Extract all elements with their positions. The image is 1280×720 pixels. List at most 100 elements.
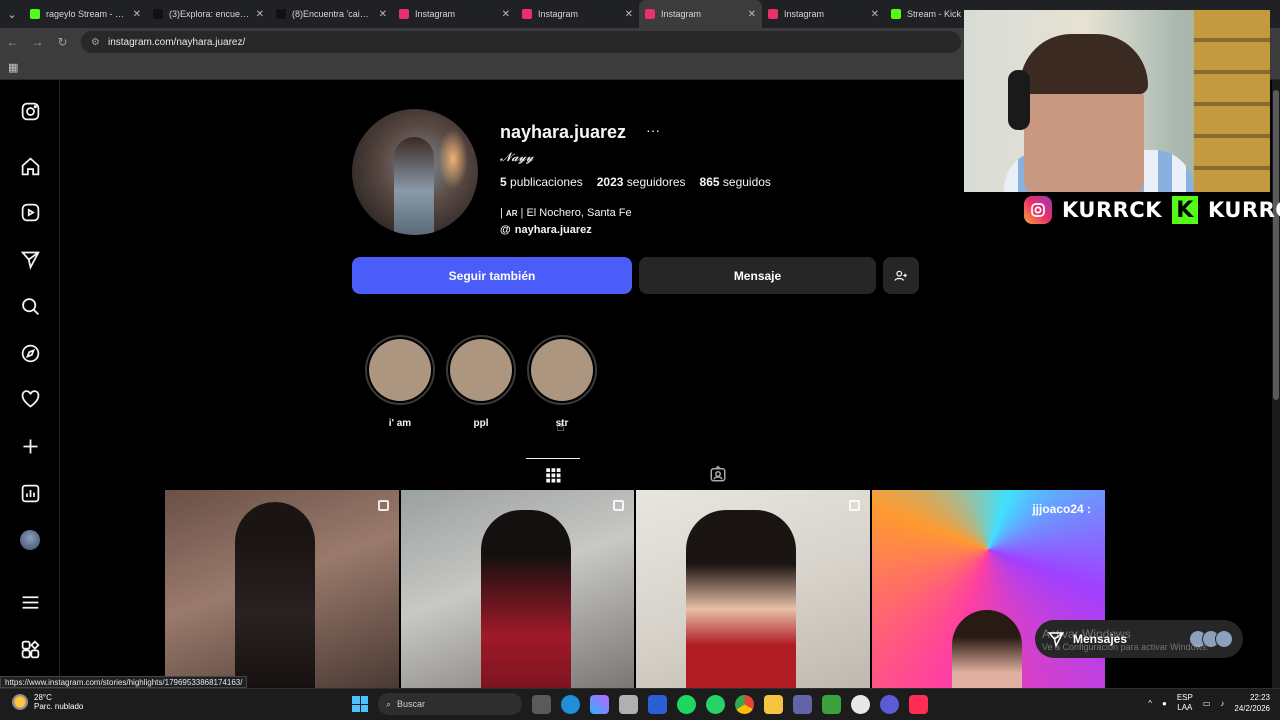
apps-grid-icon[interactable]: ▦ — [8, 61, 18, 74]
store-icon[interactable] — [619, 694, 638, 714]
direct-messages-icon[interactable] — [19, 248, 41, 270]
language-indicator[interactable]: ESP LAA — [1177, 693, 1193, 713]
tab-title: (8)Encuentra 'caidas d — [292, 9, 373, 19]
follow-back-button[interactable]: Seguir también — [352, 257, 632, 294]
home-icon[interactable] — [19, 155, 41, 177]
close-tab-icon[interactable]: ✕ — [748, 9, 756, 20]
browser-tab[interactable]: Instagram ✕ — [762, 0, 885, 28]
tab-title: rageylo Stream - Wat — [46, 9, 127, 19]
obs-icon[interactable] — [851, 694, 870, 714]
file-explorer-icon[interactable] — [764, 694, 783, 714]
kick-logo-icon: K — [1171, 196, 1198, 224]
forward-button[interactable]: → — [25, 35, 50, 49]
url-field[interactable]: ⚙ instagram.com/nayhara.juarez/ — [81, 31, 961, 53]
back-button[interactable]: ← — [0, 35, 25, 49]
url-text: instagram.com/nayhara.juarez/ — [107, 36, 246, 48]
followers-stat[interactable]: 2023 seguidores — [597, 175, 686, 189]
following-stat[interactable]: 865 seguidos — [700, 175, 771, 189]
close-tab-icon[interactable]: ✕ — [379, 9, 387, 20]
taskbar-search[interactable]: ⌕ Buscar — [378, 693, 522, 715]
windows-taskbar: 28°C Parc. nublado ⌕ Buscar ^ ● ESP LAA … — [0, 688, 1280, 720]
post-thumbnail-2[interactable] — [400, 490, 634, 688]
windows-start-icon[interactable] — [352, 696, 368, 712]
profile-bio: | AR | El Nochero, Santa Fe — [500, 207, 632, 219]
network-icon[interactable]: ▭ — [1203, 699, 1211, 708]
tab-favicon-icon — [399, 9, 409, 19]
suggested-accounts-button[interactable] — [883, 257, 919, 294]
more-menu-icon[interactable] — [19, 591, 41, 613]
app-icon[interactable] — [880, 694, 899, 714]
search-icon[interactable] — [19, 295, 41, 317]
notifications-heart-icon[interactable] — [19, 388, 41, 410]
edge-icon[interactable] — [561, 694, 580, 714]
task-view-icon[interactable] — [532, 694, 551, 714]
reload-button[interactable]: ↻ — [50, 35, 75, 49]
instagram-logo-icon — [1024, 196, 1052, 224]
highlight-ring — [527, 335, 597, 405]
profile-avatar-icon[interactable] — [19, 529, 41, 551]
browser-tab[interactable]: rageylo Stream - Wat ✕ — [24, 0, 147, 28]
explore-compass-icon[interactable] — [19, 342, 41, 364]
also-from-meta-icon[interactable] — [19, 638, 41, 660]
story-highlight[interactable]: str — [527, 335, 597, 429]
volume-icon[interactable]: ♪ — [1220, 699, 1224, 708]
profile-tabs — [165, 458, 1105, 490]
close-tab-icon[interactable]: ✕ — [133, 9, 141, 20]
whatsapp-icon[interactable] — [706, 694, 725, 714]
tagged-icon — [710, 465, 726, 482]
post-thumbnail-1[interactable] — [165, 490, 399, 688]
weather-widget[interactable]: 28°C Parc. nublado — [12, 693, 83, 711]
create-plus-icon[interactable] — [19, 435, 41, 457]
browser-tab[interactable]: Instagram ✕ — [393, 0, 516, 28]
tab-search-button[interactable]: ⌄ — [0, 0, 24, 28]
chrome-icon[interactable] — [735, 694, 754, 714]
message-button[interactable]: Mensaje — [639, 257, 876, 294]
close-tab-icon[interactable]: ✕ — [625, 9, 633, 20]
tab-favicon-icon — [891, 9, 901, 19]
profile-picture[interactable] — [352, 109, 478, 235]
browser-tab[interactable]: Instagram ✕ — [639, 0, 762, 28]
weather-icon — [12, 694, 28, 710]
reels-icon[interactable] — [19, 201, 41, 223]
tab-posts-grid[interactable] — [526, 458, 580, 490]
tiktok-icon[interactable] — [909, 694, 928, 714]
outlook-icon[interactable] — [648, 694, 667, 714]
instagram-logo-icon[interactable] — [19, 100, 41, 122]
tab-favicon-icon — [645, 9, 655, 19]
close-tab-icon[interactable]: ✕ — [256, 9, 264, 20]
threads-link[interactable]: @ nayhara.juarez — [500, 224, 592, 236]
profile-options-icon[interactable]: ··· — [646, 122, 660, 138]
country-flag-label: AR — [505, 209, 518, 218]
highlight-ring — [365, 335, 435, 405]
threads-icon: @ — [500, 224, 511, 236]
story-highlight[interactable]: i' am — [365, 335, 435, 429]
tray-overflow-chevron-icon[interactable]: ^ — [1148, 699, 1152, 708]
teams-icon[interactable] — [793, 694, 812, 714]
site-info-icon[interactable]: ⚙ — [91, 37, 100, 48]
avatar — [20, 530, 40, 550]
minecraft-icon[interactable] — [822, 694, 841, 714]
messages-pill-button[interactable]: Mensajes — [1035, 620, 1243, 658]
close-tab-icon[interactable]: ✕ — [502, 9, 510, 20]
instagram-handle: KURRCK — [1062, 198, 1162, 222]
close-tab-icon[interactable]: ✕ — [871, 9, 879, 20]
messages-avatars — [1189, 630, 1233, 648]
dashboard-icon[interactable] — [19, 482, 41, 504]
tab-favicon-icon — [276, 9, 286, 19]
taskbar-clock[interactable]: 22:23 24/2/2026 — [1234, 692, 1270, 714]
post-thumbnail-3[interactable] — [636, 490, 870, 688]
browser-tab[interactable]: (3)Explora: encuentra ✕ — [147, 0, 270, 28]
microphone-icon[interactable]: ● — [1162, 699, 1167, 708]
browser-tab[interactable]: Instagram ✕ — [516, 0, 639, 28]
spotify-icon[interactable] — [677, 694, 696, 714]
carousel-icon — [848, 500, 860, 511]
story-highlight[interactable]: ppl — [446, 335, 516, 429]
tab-title: (3)Explora: encuentra — [169, 9, 250, 19]
post-thumbnail-4[interactable]: jjjoaco24 : — [871, 490, 1105, 688]
browser-tab[interactable]: (8)Encuentra 'caidas d ✕ — [270, 0, 393, 28]
page-scrollbar[interactable] — [1272, 80, 1280, 688]
scrollbar-thumb[interactable] — [1273, 90, 1279, 400]
copilot-icon[interactable] — [590, 694, 609, 714]
carousel-icon — [613, 500, 624, 511]
tab-tagged[interactable] — [691, 458, 745, 490]
